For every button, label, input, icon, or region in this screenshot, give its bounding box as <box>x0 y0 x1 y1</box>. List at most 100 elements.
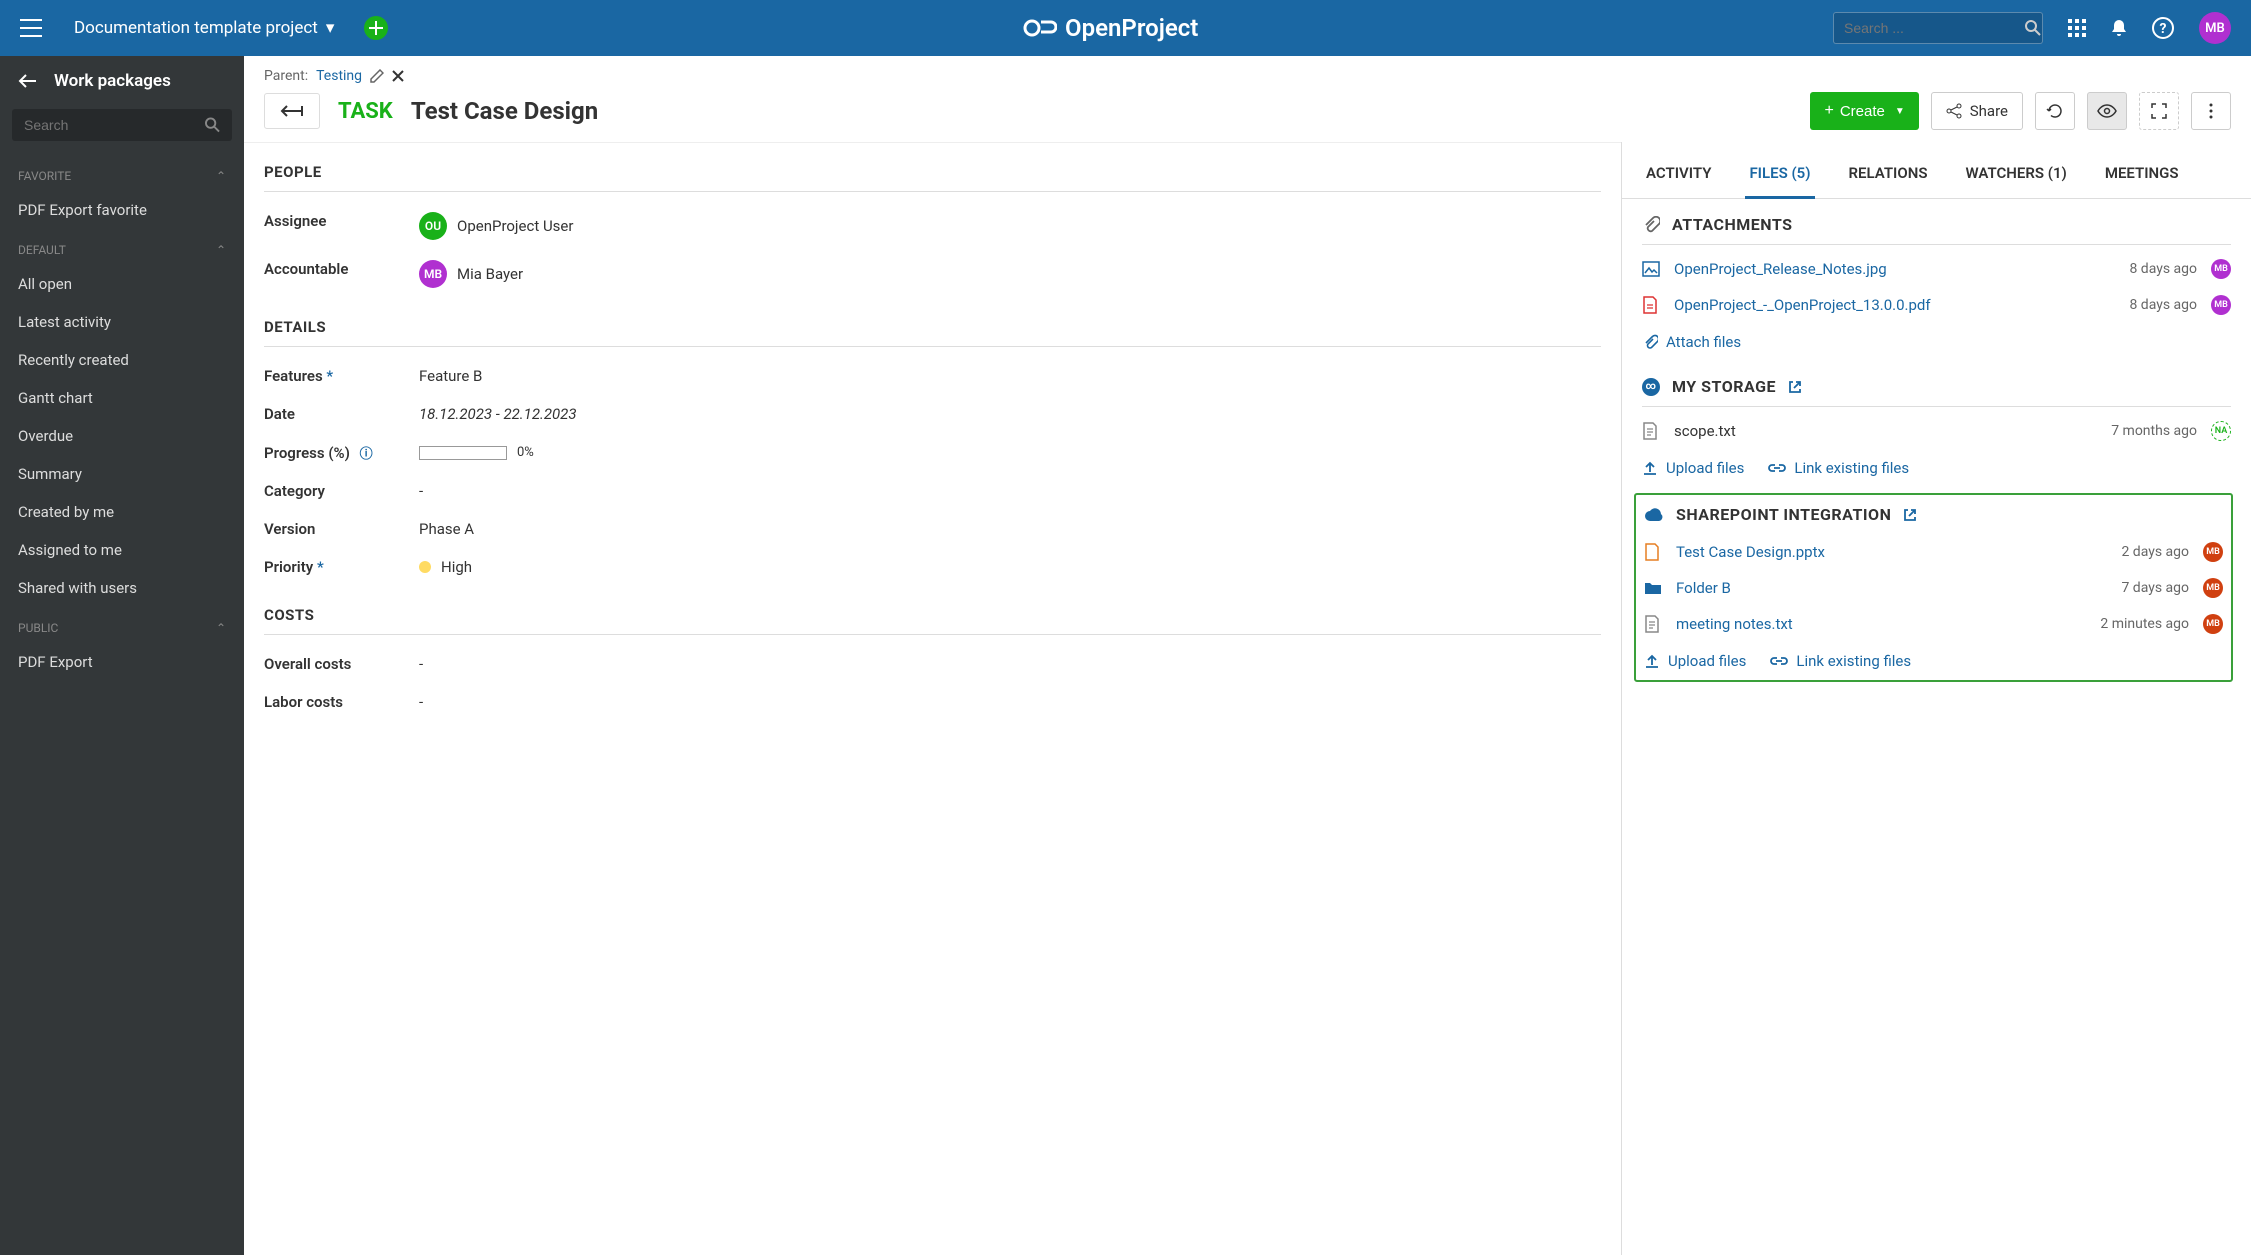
file-time: 8 days ago <box>2129 297 2197 313</box>
attachments-section: Attachments OpenProject_Release_Notes.jp… <box>1622 199 2251 361</box>
overall-costs-value: - <box>419 655 423 673</box>
progress-value[interactable]: 0% <box>419 443 534 462</box>
people-heading: People <box>264 153 1601 192</box>
tab-meetings[interactable]: Meetings <box>2101 156 2183 198</box>
sidebar-item[interactable]: Recently created <box>12 341 232 379</box>
watch-icon[interactable] <box>2087 92 2127 130</box>
cloud-icon <box>1644 508 1664 522</box>
priority-label: Priority * <box>264 558 419 576</box>
external-link-icon[interactable] <box>1788 380 1802 394</box>
upload-files-link[interactable]: Upload files <box>1642 459 1744 477</box>
file-avatar: MB <box>2203 614 2223 634</box>
search-icon <box>2025 20 2041 36</box>
project-dropdown[interactable]: Documentation template project ▾ <box>74 18 334 38</box>
sidebar-section-default[interactable]: Default ⌃ <box>12 235 232 265</box>
doc-file-icon <box>1642 422 1660 440</box>
details-panel: People Assignee OU OpenProject User Acco… <box>244 142 1621 1255</box>
file-row: Folder B 7 days ago MB <box>1644 570 2223 606</box>
sidebar-back-icon[interactable] <box>18 74 36 88</box>
sidebar-item[interactable]: Summary <box>12 455 232 493</box>
parent-link[interactable]: Testing <box>316 68 362 84</box>
file-link[interactable]: meeting notes.txt <box>1676 615 2086 633</box>
date-label: Date <box>264 405 419 423</box>
file-name[interactable]: scope.txt <box>1674 422 2097 440</box>
sidebar-section-favorite[interactable]: Favorite ⌃ <box>12 161 232 191</box>
sidebar-item[interactable]: All open <box>12 265 232 303</box>
tab-relations[interactable]: Relations <box>1845 156 1932 198</box>
tab-files[interactable]: Files (5) <box>1745 156 1814 199</box>
attachments-heading: Attachments <box>1672 215 1793 234</box>
sidebar-item[interactable]: Overdue <box>12 417 232 455</box>
file-link[interactable]: Folder B <box>1676 579 2107 597</box>
tab-watchers[interactable]: Watchers (1) <box>1961 156 2070 198</box>
sidebar-item[interactable]: PDF Export <box>12 643 232 681</box>
sidebar-item[interactable]: Gantt chart <box>12 379 232 417</box>
external-link-icon[interactable] <box>1903 508 1917 522</box>
close-icon[interactable] <box>392 70 404 82</box>
mystorage-heading: My Storage <box>1672 377 1776 396</box>
search-input[interactable] <box>1844 20 2025 36</box>
files-panel: Activity Files (5) Relations Watchers (1… <box>1621 142 2251 1255</box>
features-value[interactable]: Feature B <box>419 367 482 385</box>
bell-icon[interactable] <box>2111 19 2127 37</box>
title-row: Task Test Case Design + Create ▼ Share <box>244 92 2251 142</box>
sidebar-item[interactable]: Assigned to me <box>12 531 232 569</box>
sidebar-item[interactable]: Latest activity <box>12 303 232 341</box>
file-avatar: MB <box>2211 259 2231 279</box>
project-name: Documentation template project <box>74 18 318 38</box>
assignee-value[interactable]: OU OpenProject User <box>419 212 573 240</box>
help-icon[interactable]: ? <box>2152 17 2174 39</box>
file-time: 8 days ago <box>2129 261 2197 277</box>
file-avatar: MB <box>2211 295 2231 315</box>
sidebar-item[interactable]: PDF Export favorite <box>12 191 232 229</box>
wp-type: Task <box>338 99 393 124</box>
create-button[interactable]: + Create ▼ <box>1810 92 1918 130</box>
version-value[interactable]: Phase A <box>419 520 474 538</box>
accountable-value[interactable]: MB Mia Bayer <box>419 260 523 288</box>
share-icon <box>1946 103 1962 119</box>
sidebar-section-public[interactable]: Public ⌃ <box>12 613 232 643</box>
sharepoint-section: SharePoint Integration Test Case Design.… <box>1634 493 2233 682</box>
more-icon[interactable] <box>2191 92 2231 130</box>
priority-value[interactable]: High <box>419 558 472 576</box>
user-avatar[interactable]: MB <box>2199 12 2231 44</box>
share-button[interactable]: Share <box>1931 92 2023 130</box>
fullscreen-icon[interactable] <box>2139 92 2179 130</box>
sidebar-search[interactable] <box>12 109 232 141</box>
tab-activity[interactable]: Activity <box>1642 156 1715 198</box>
breadcrumb: Parent: Testing <box>244 56 2251 92</box>
logo-icon <box>1023 14 1057 42</box>
sidebar-search-input[interactable] <box>24 117 205 133</box>
sidebar-item[interactable]: Created by me <box>12 493 232 531</box>
file-time: 2 minutes ago <box>2100 616 2189 632</box>
logo-text: OpenProject <box>1065 14 1198 42</box>
attach-files-link[interactable]: Attach files <box>1642 333 1741 351</box>
chevron-up-icon: ⌃ <box>216 243 226 257</box>
file-link[interactable]: OpenProject_Release_Notes.jpg <box>1674 260 2115 278</box>
file-link[interactable]: Test Case Design.pptx <box>1676 543 2107 561</box>
history-icon[interactable] <box>2035 92 2075 130</box>
hamburger-icon[interactable] <box>20 19 44 37</box>
image-file-icon <box>1642 261 1660 277</box>
apps-icon[interactable] <box>2068 19 2086 37</box>
date-value[interactable]: 18.12.2023 - 22.12.2023 <box>419 405 577 423</box>
file-time: 7 months ago <box>2111 423 2197 439</box>
link-existing-files-link[interactable]: Link existing files <box>1770 652 1911 670</box>
header-icons: ? MB <box>2068 12 2231 44</box>
content: Parent: Testing Task Test Case Design + … <box>244 56 2251 1255</box>
category-label: Category <box>264 482 419 500</box>
upload-files-link[interactable]: Upload files <box>1644 652 1746 670</box>
help-icon[interactable]: ⓘ <box>360 447 373 462</box>
labor-costs-label: Labor costs <box>264 693 419 711</box>
edit-icon[interactable] <box>370 69 384 83</box>
link-existing-files-link[interactable]: Link existing files <box>1768 459 1909 477</box>
category-value[interactable]: - <box>419 482 423 500</box>
parent-label: Parent: <box>264 68 308 84</box>
sidebar-item[interactable]: Shared with users <box>12 569 232 607</box>
add-button[interactable] <box>364 16 388 40</box>
sidebar-title: Work packages <box>54 71 171 91</box>
back-button[interactable] <box>264 93 320 129</box>
global-search[interactable] <box>1833 12 2043 44</box>
file-link[interactable]: OpenProject_-_OpenProject_13.0.0.pdf <box>1674 296 2115 314</box>
progress-label: Progress (%) ⓘ <box>264 443 419 462</box>
